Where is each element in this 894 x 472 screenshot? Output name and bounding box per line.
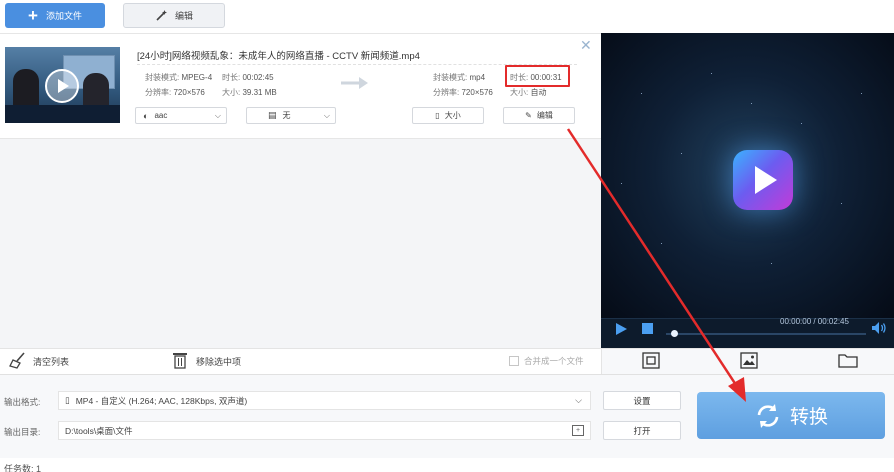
time-readout: 00:00:00 / 00:02:45 — [780, 317, 849, 326]
arrow-right-icon — [341, 77, 368, 89]
progress-slider[interactable] — [666, 333, 866, 335]
source-size: 大小: 39.31 MB — [222, 88, 277, 97]
open-folder-button[interactable]: 打开 — [603, 421, 681, 440]
remove-selected-button[interactable]: 移除选中项 — [196, 355, 241, 368]
source-resolution: 分辨率: 720×576 — [145, 88, 205, 97]
file-list-empty-area — [0, 139, 601, 348]
convert-button[interactable]: 转换 — [697, 392, 885, 439]
subtitle-icon: ▤ — [268, 110, 277, 120]
source-format: 封装模式: MPEG-4 — [145, 73, 213, 82]
merge-label: 合并成一个文件 — [524, 356, 584, 366]
add-file-label: 添加文件 — [45, 11, 82, 21]
chevron-down-icon: ⌵ — [323, 111, 330, 120]
file-name: [24小时]网络视频乱象：未成年人的网络直播 - CCTV 新闻频道.mp4 — [137, 51, 420, 62]
subtitle-select[interactable]: ▤ 无 ⌵ — [246, 107, 336, 124]
refresh-icon — [757, 403, 779, 428]
progress-handle[interactable] — [671, 330, 678, 337]
task-count: 任务数: 1 — [4, 464, 42, 472]
target-format: 封装模式: mp4 — [433, 73, 486, 82]
play-icon[interactable] — [614, 322, 628, 336]
chevron-down-icon: ⌵ — [575, 395, 582, 405]
target-resolution: 分辨率: 720×576 — [433, 88, 493, 97]
output-format-label: 输出格式: — [4, 397, 41, 407]
player-logo-icon — [733, 150, 793, 210]
source-duration: 时长: 00:02:45 — [222, 73, 274, 82]
volume-icon[interactable] — [871, 321, 887, 335]
settings-button[interactable]: 设置 — [603, 391, 681, 410]
clear-list-button[interactable]: 清空列表 — [33, 355, 69, 368]
browse-folder-icon[interactable]: + — [572, 425, 584, 436]
target-size: 大小: 自动 — [510, 88, 547, 97]
output-dir-input[interactable]: D:\tools\桌面\文件 + — [58, 421, 591, 440]
convert-label: 转换 — [789, 407, 828, 428]
trash-icon — [173, 353, 187, 369]
output-format-select[interactable]: ▯ MP4 - 自定义 (H.264; AAC, 128Kbps, 双声道) ⌵ — [58, 391, 591, 410]
magic-wand-icon — [156, 10, 167, 21]
audio-icon: ◐ — [143, 110, 149, 121]
output-dir-label: 输出目录: — [4, 427, 41, 437]
edit-toolbar-button[interactable]: 编辑 — [123, 3, 225, 28]
folder-icon[interactable] — [838, 353, 858, 368]
merge-checkbox[interactable] — [509, 356, 519, 366]
broom-icon — [9, 352, 25, 369]
audio-track-select[interactable]: ◐ aac ⌵ — [135, 107, 227, 124]
file-icon: ▯ — [65, 395, 70, 405]
snapshot-icon[interactable] — [740, 352, 758, 369]
fullscreen-icon[interactable] — [642, 352, 660, 369]
edit-row-button[interactable]: ✎ 编辑 — [503, 107, 575, 124]
duration-highlight-box — [505, 65, 570, 87]
add-file-button[interactable]: + 添加文件 — [5, 3, 105, 28]
magic-wand-icon: ✎ — [525, 111, 532, 120]
edit-toolbar-label: 编辑 — [174, 11, 193, 21]
video-thumbnail[interactable] — [5, 47, 120, 123]
stop-icon[interactable] — [642, 323, 653, 334]
close-icon[interactable]: ✕ — [580, 38, 592, 52]
thumbnail-play-icon[interactable] — [45, 69, 79, 103]
plus-icon: + — [28, 6, 38, 25]
chevron-down-icon: ⌵ — [214, 111, 221, 120]
file-icon: ▯ — [435, 111, 440, 120]
size-button[interactable]: ▯ 大小 — [412, 107, 484, 124]
